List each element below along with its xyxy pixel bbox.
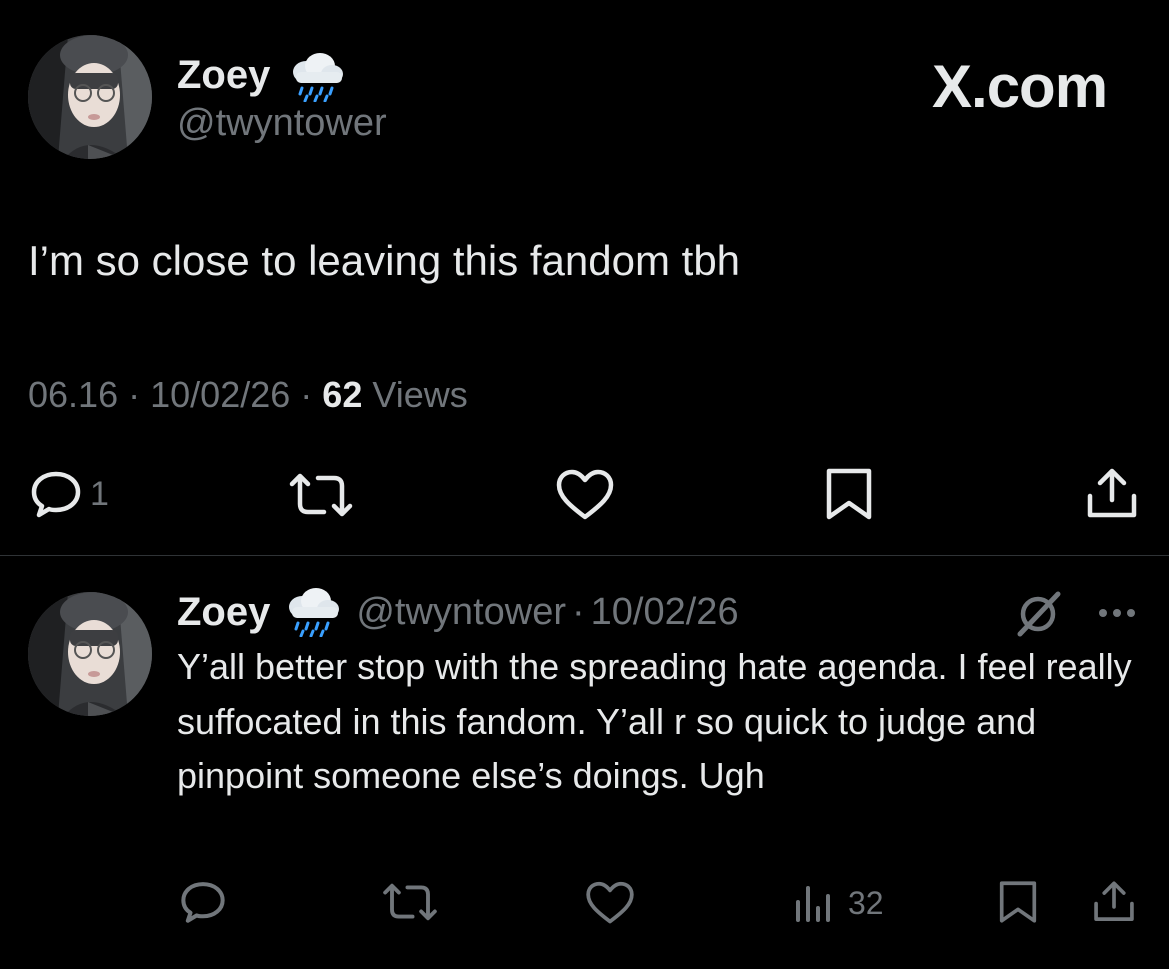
grok-button[interactable] <box>1014 588 1064 638</box>
reply-separator: · <box>572 590 585 633</box>
retweet-icon <box>383 883 437 921</box>
reply-retweet-button[interactable] <box>380 880 440 924</box>
speech-bubble-icon <box>31 471 81 518</box>
heart-icon <box>586 881 634 924</box>
reply-handle[interactable]: @twyntower <box>356 591 566 634</box>
reply-author-name[interactable]: Zoey <box>177 590 270 635</box>
reply-views-button[interactable]: 32 <box>792 882 884 924</box>
tweet-date[interactable]: 10/02/26 <box>150 374 290 415</box>
reply-text: Y’all better stop with the spreading hat… <box>177 646 1132 796</box>
tweet-meta: 06.16 · 10/02/26 · 62 Views <box>28 374 468 416</box>
meta-separator: · <box>300 374 313 415</box>
reply-date[interactable]: 10/02/26 <box>591 591 739 634</box>
bookmark-button[interactable] <box>822 466 876 522</box>
tweet-handle[interactable]: @twyntower <box>177 101 387 145</box>
share-icon <box>1087 468 1137 518</box>
author-name-text: Zoey <box>177 53 271 97</box>
retweet-icon <box>289 473 353 517</box>
divider <box>0 555 1169 556</box>
tweet-avatar[interactable] <box>28 35 152 159</box>
bar-chart-icon <box>796 886 830 922</box>
tweet-author-name[interactable]: Zoey <box>177 52 270 98</box>
x-brand-label: X.com <box>932 53 1108 120</box>
grok-icon <box>1017 591 1061 637</box>
share-button[interactable] <box>1085 466 1139 522</box>
more-options-button[interactable] <box>1096 598 1138 628</box>
reply-button[interactable]: 1 <box>28 468 109 520</box>
views-count: 62 <box>322 374 363 415</box>
reply-share-button[interactable] <box>1092 878 1136 926</box>
tweet-text: I’m so close to leaving this fandom tbh <box>28 237 741 284</box>
views-label: Views <box>372 374 468 415</box>
reply-views-count: 32 <box>848 884 884 921</box>
tweet-time[interactable]: 06.16 <box>28 374 118 415</box>
reply-header: Zoey @twyntower · 10/02/26 <box>177 587 739 638</box>
more-dots-icon <box>1099 609 1135 617</box>
meta-separator: · <box>128 374 141 415</box>
reply-bookmark-button[interactable] <box>996 878 1040 926</box>
reply-count: 1 <box>90 474 109 513</box>
rain-cloud-emoji-icon <box>288 52 344 103</box>
bookmark-icon <box>826 468 872 520</box>
heart-icon <box>556 469 614 520</box>
like-button[interactable] <box>554 468 616 522</box>
rain-cloud-emoji-icon <box>284 587 340 638</box>
reply-avatar[interactable] <box>28 592 152 716</box>
reply-like-button[interactable] <box>584 880 636 926</box>
share-icon <box>1094 881 1134 921</box>
speech-bubble-icon <box>181 882 225 923</box>
reply-reply-button[interactable] <box>178 878 228 926</box>
retweet-button[interactable] <box>286 470 356 520</box>
bookmark-icon <box>999 881 1037 923</box>
